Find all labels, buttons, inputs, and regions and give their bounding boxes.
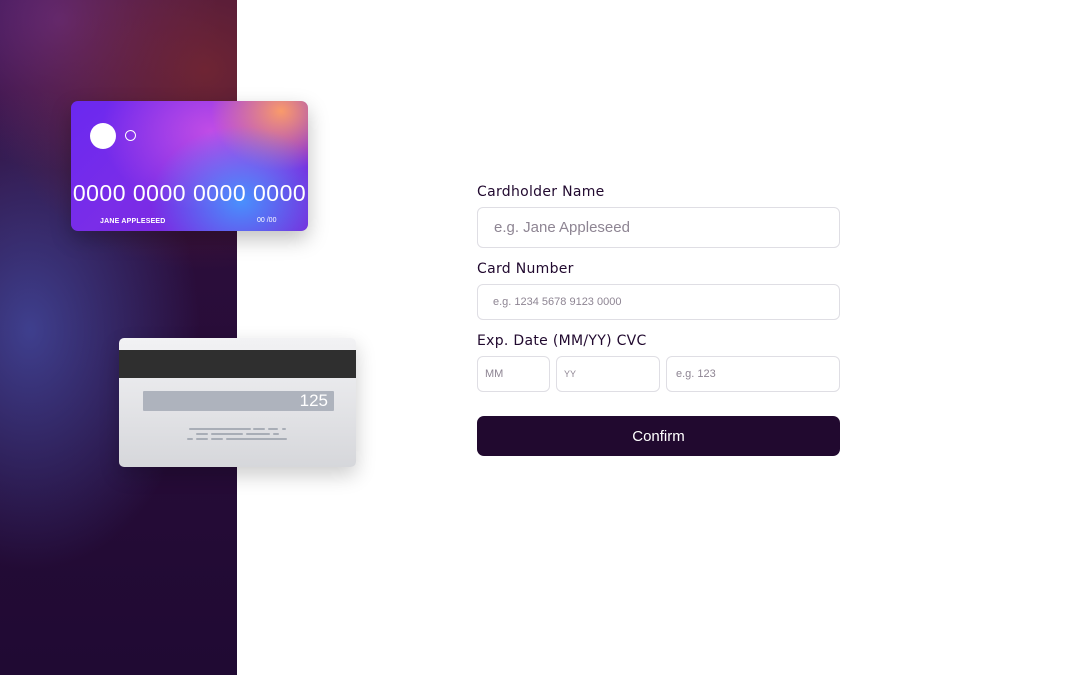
- exp-date-cvc-label: Exp. Date (MM/YY) CVC: [477, 333, 647, 349]
- card-logo-filled-circle-icon: [90, 123, 116, 149]
- card-back-preview: 125: [119, 338, 356, 467]
- card-number-display: 0000 0000 0000 0000: [72, 180, 307, 206]
- card-expiry-display: 00 /00: [257, 217, 277, 224]
- card-fine-print: [187, 428, 289, 444]
- exp-month-input[interactable]: [477, 356, 550, 392]
- cardholder-name-input[interactable]: [477, 207, 840, 248]
- cardholder-name-label: Cardholder Name: [477, 184, 605, 200]
- card-cvc-display: 125: [299, 391, 328, 410]
- card-front-preview: 0000 0000 0000 0000 JANE APPLESEED 00 /0…: [71, 101, 308, 231]
- cardholder-name-display: JANE APPLESEED: [100, 218, 166, 225]
- card-logo-outline-circle-icon: [125, 130, 136, 141]
- card-number-input[interactable]: [477, 284, 840, 320]
- magnetic-stripe: [119, 350, 356, 378]
- card-number-label: Card Number: [477, 261, 574, 277]
- cvc-input[interactable]: [666, 356, 840, 392]
- confirm-button[interactable]: Confirm: [477, 416, 840, 456]
- exp-year-input[interactable]: [556, 356, 660, 392]
